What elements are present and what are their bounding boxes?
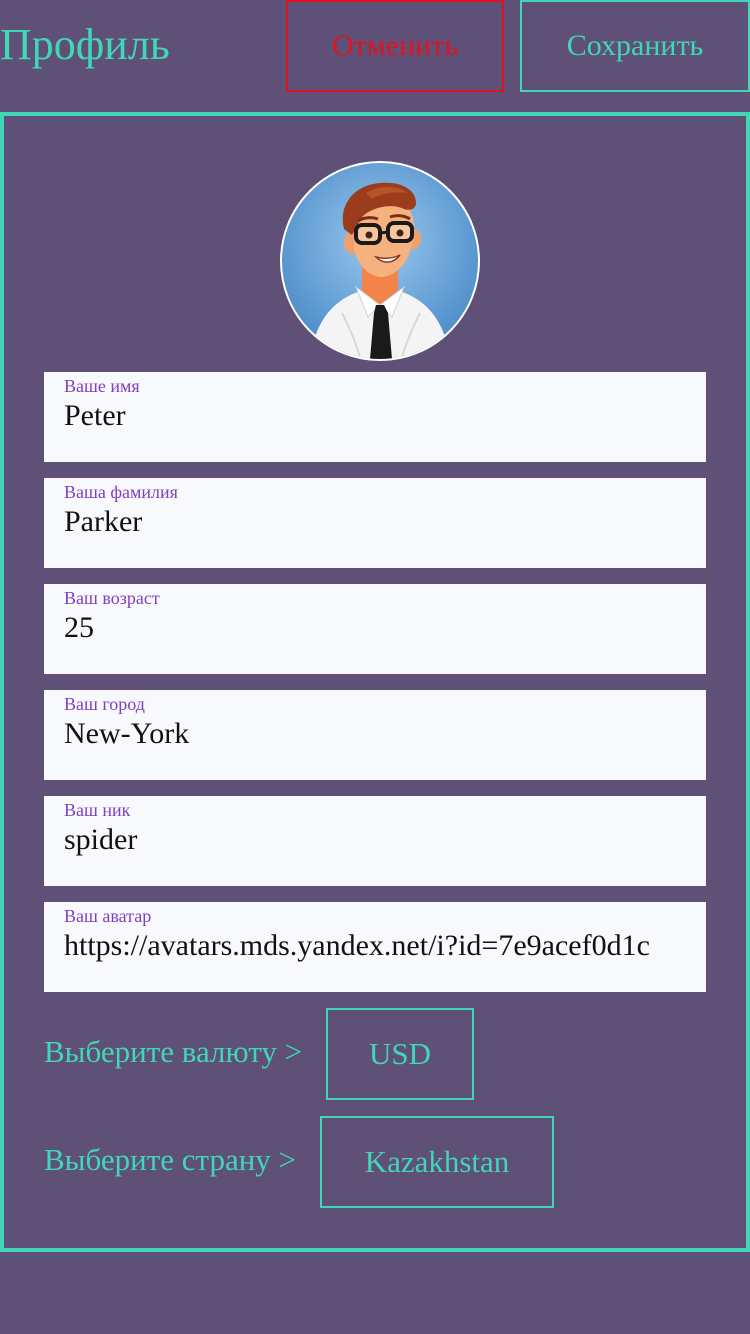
first-name-input[interactable]: Peter [64, 396, 686, 436]
nickname-input[interactable]: spider [64, 820, 686, 860]
country-picker-label[interactable]: Выберите страну > [44, 1140, 296, 1180]
avatar-url-label: Ваш аватар [64, 906, 152, 926]
cancel-button[interactable]: Отменить [286, 0, 504, 92]
age-input[interactable]: 25 [64, 608, 686, 648]
country-select-button[interactable]: Kazakhstan [320, 1116, 554, 1208]
user-avatar-icon [310, 182, 450, 359]
age-label: Ваш возраст [64, 588, 160, 608]
first-name-field[interactable]: Ваше имя Peter [44, 372, 706, 462]
last-name-input[interactable]: Parker [64, 502, 686, 542]
nickname-label: Ваш ник [64, 800, 131, 820]
avatar-url-input[interactable]: https://avatars.mds.yandex.net/i?id=7e9a… [64, 926, 686, 966]
last-name-label: Ваша фамилия [64, 482, 178, 502]
first-name-label: Ваше имя [64, 376, 140, 396]
avatar-url-field[interactable]: Ваш аватар https://avatars.mds.yandex.ne… [44, 902, 706, 992]
last-name-field[interactable]: Ваша фамилия Parker [44, 478, 706, 568]
currency-select-button[interactable]: USD [326, 1008, 474, 1100]
page-title: Профиль [0, 20, 170, 69]
save-button[interactable]: Сохранить [520, 0, 750, 92]
nickname-field[interactable]: Ваш ник spider [44, 796, 706, 886]
profile-form-panel: Ваше имя Peter Ваша фамилия Parker Ваш в… [0, 112, 750, 1252]
avatar[interactable] [280, 161, 480, 361]
city-label: Ваш город [64, 694, 145, 714]
city-field[interactable]: Ваш город New-York [44, 690, 706, 780]
city-input[interactable]: New-York [64, 714, 686, 754]
currency-picker-label[interactable]: Выберите валюту > [44, 1032, 302, 1072]
age-field[interactable]: Ваш возраст 25 [44, 584, 706, 674]
